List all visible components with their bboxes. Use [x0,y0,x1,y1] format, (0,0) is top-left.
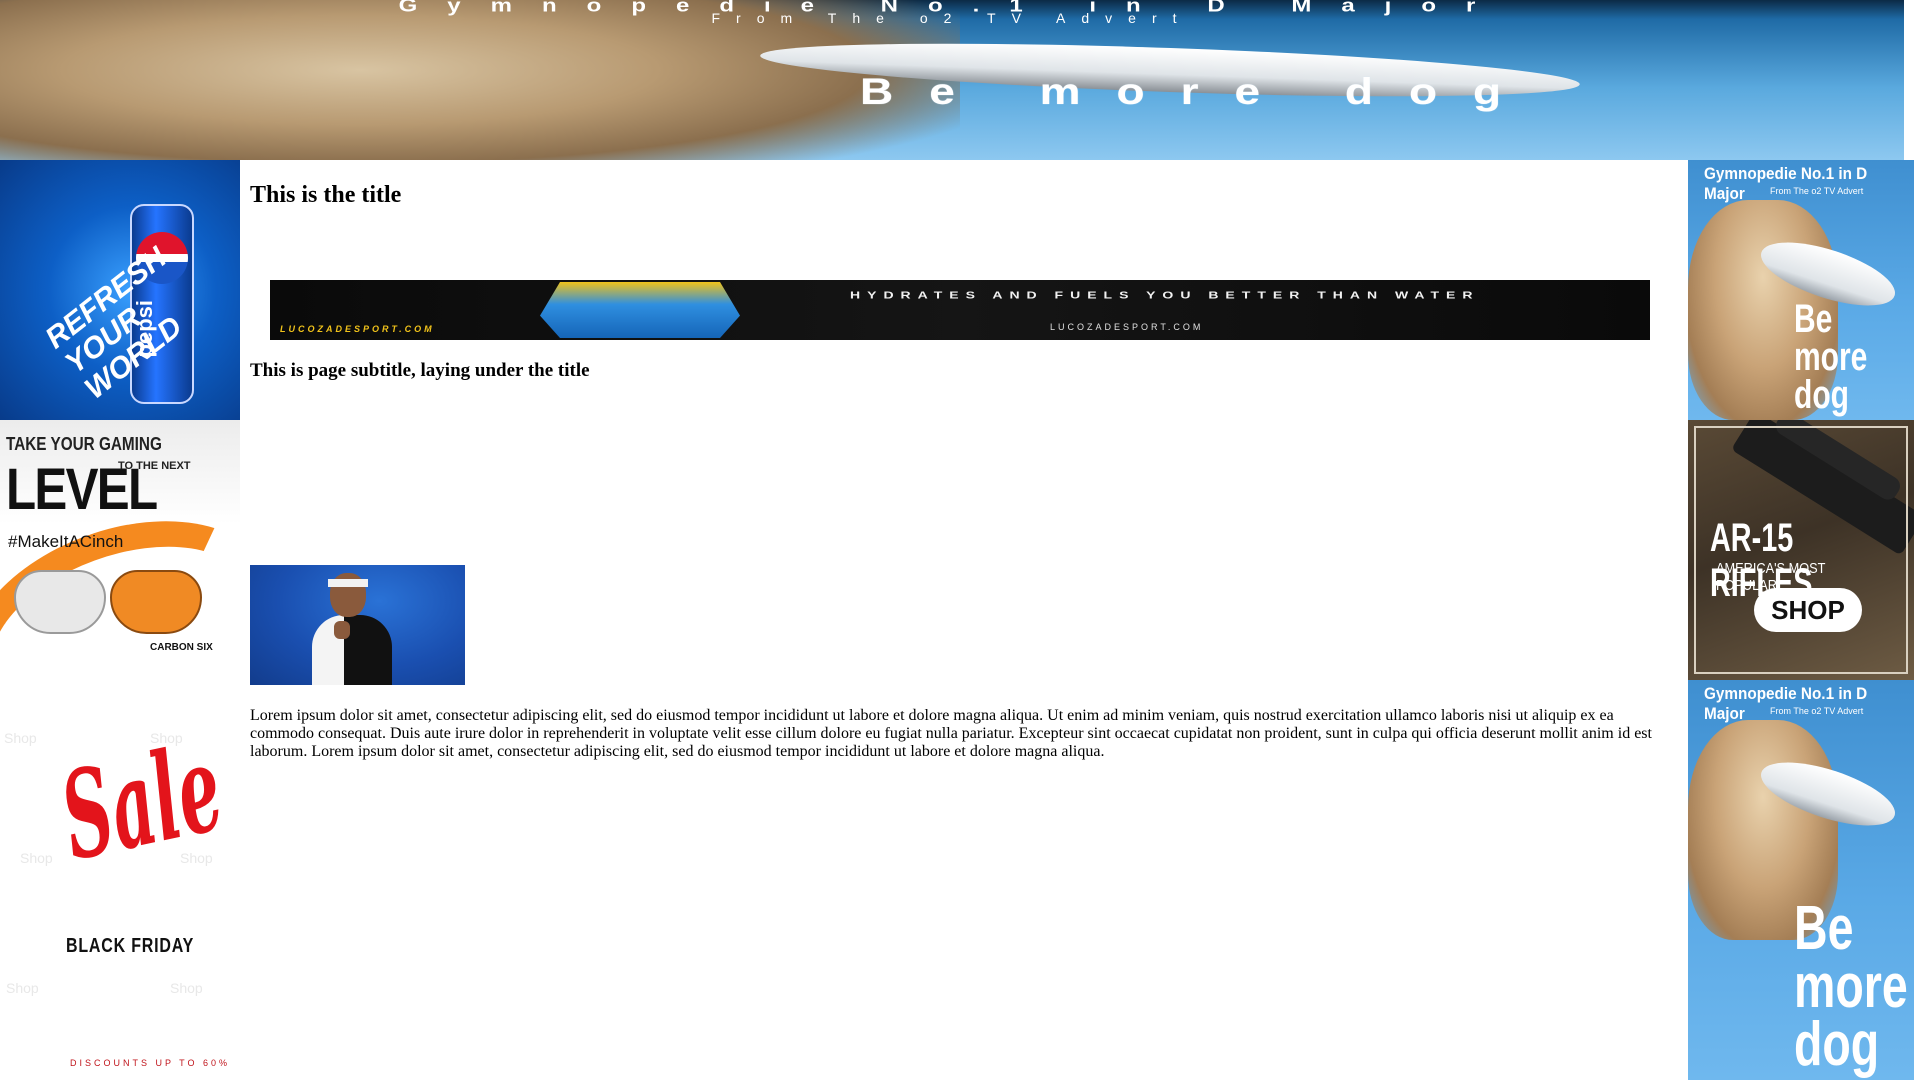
sale-pattern-text: Shop [170,980,203,996]
cat-ad-subtitle: From The o2 TV Advert [1770,186,1864,196]
cat-ad-bottom[interactable]: Gymnopedie No.1 in D Major From The o2 T… [1688,680,1914,1080]
body-paragraph: Lorem ipsum dolor sit amet, consectetur … [250,707,1652,760]
cat-ad-title: Gymnopedie No.1 in D Major [1704,684,1868,723]
leaderboard-url: LUCOZADESPORT.COM [1050,322,1204,332]
shop-button[interactable]: SHOP [1754,588,1862,632]
sale-discount: DISCOUNTS UP TO 60% [70,1058,231,1068]
cat-ad-subtitle: From The o2 TV Advert [1770,706,1864,716]
sale-pattern-text: Shop [6,980,39,996]
leaderboard-brand: LUCOZADESPORT.COM [280,324,435,334]
banner-slogan: Be more dog [860,70,1538,112]
pepsi-ad[interactable]: pepsi REFRESH YOUR WORLD [0,160,240,420]
cat-ad-slogan: Be more dog [1794,297,1868,417]
tennis-player-image [250,565,465,685]
sale-pattern-text: Shop [20,850,53,866]
gaming-ad[interactable]: TAKE YOUR GAMING LEVEL TO THE NEXT #Make… [0,420,240,680]
gamepad-icon [14,570,106,634]
page-subtitle: This is page subtitle, laying under the … [250,360,590,381]
cat-ad-top[interactable]: Gymnopedie No.1 in D Major From The o2 T… [1688,160,1914,420]
gamepad-icon [110,570,202,634]
player-headband [328,579,368,587]
gaming-hashtag: #MakeItACinch [8,532,124,551]
sale-pattern-text: Shop [4,730,37,746]
top-banner-ad[interactable]: Gymnopedie No.1 in D Major From The o2 T… [0,0,1904,160]
leaderboard-ad[interactable]: LUCOZADESPORT.COM HYDRATES AND FUELS YOU… [270,280,1650,340]
banner-subtitle: From The o2 TV Advert [711,10,1193,26]
rifle-ad[interactable]: AR-15 RIFLES AMERICA'S MOST POPULAR SHOP [1688,420,1914,680]
page-title: This is the title [250,182,402,208]
gaming-product: CARBON SIX [150,642,213,653]
cat-ad-title: Gymnopedie No.1 in D Major [1704,164,1868,203]
black-friday-ad[interactable]: Shop Shop Shop Shop Shop Shop Sale BLACK… [0,680,240,1080]
player-torso [312,615,392,685]
cat-ad-slogan: Be more dog [1794,894,1908,1079]
leaderboard-headline: HYDRATES AND FUELS YOU BETTER THAN WATER [850,289,1480,301]
gaming-line-1: TAKE YOUR GAMING [6,434,162,454]
bottle-image [540,282,740,338]
gaming-line-3: TO THE NEXT [118,460,191,472]
player-fist [334,621,350,639]
sale-label: BLACK FRIDAY [66,935,195,957]
